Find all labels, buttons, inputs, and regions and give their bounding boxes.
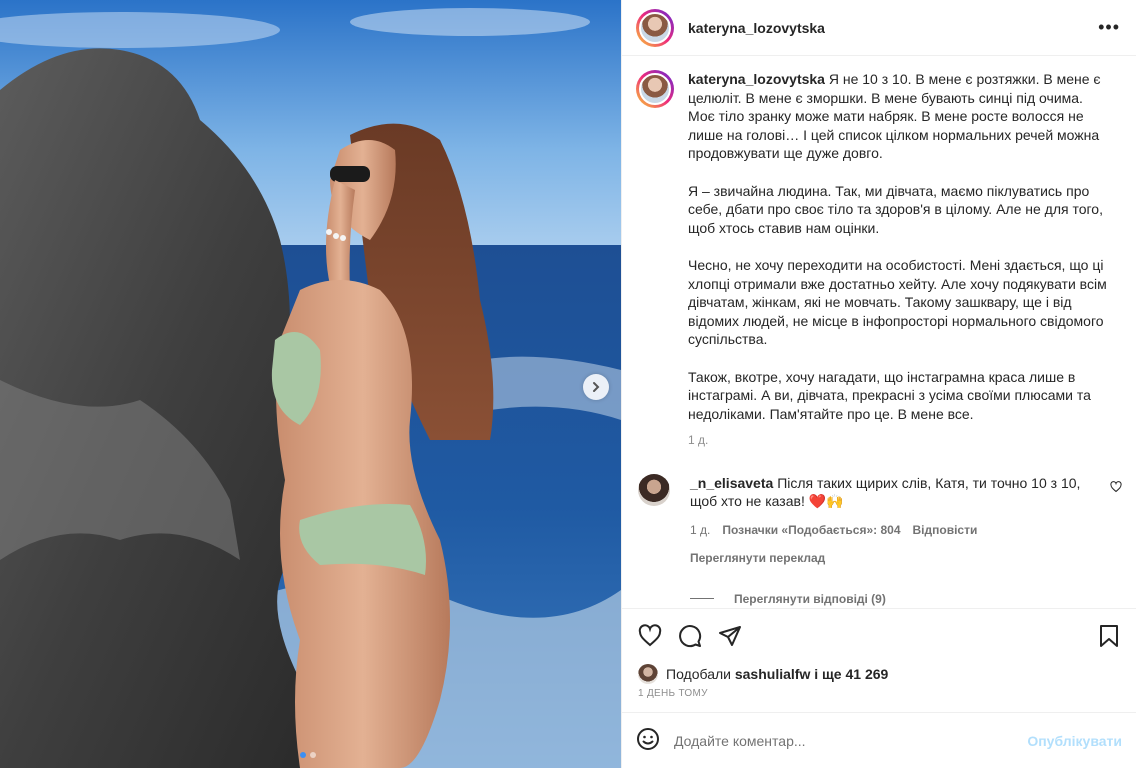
add-comment-bar: Опублікувати xyxy=(622,712,1136,768)
caption-paragraph-3: Чесно, не хочу переходити на особистості… xyxy=(688,257,1107,347)
comments-scroll[interactable]: kateryna_lozovytska Я не 10 з 10. В мене… xyxy=(622,56,1136,608)
carousel-dots xyxy=(300,752,316,758)
see-translation-link[interactable]: Переглянути переклад xyxy=(690,549,1090,568)
post-media[interactable] xyxy=(0,0,621,768)
like-heart-icon[interactable] xyxy=(638,623,662,648)
liker-avatar xyxy=(638,664,658,684)
post-photo xyxy=(0,0,621,768)
more-horizontal-icon[interactable]: ••• xyxy=(1098,17,1120,38)
post-actions xyxy=(622,608,1136,662)
share-paper-plane-icon[interactable] xyxy=(718,624,742,648)
comment-time[interactable]: 1 д. xyxy=(690,521,710,540)
post-header: kateryna_lozovytska ••• xyxy=(622,0,1136,56)
post-side-panel: kateryna_lozovytska ••• kateryna_lozovyt… xyxy=(621,0,1136,768)
caption-text: kateryna_lozovytska Я не 10 з 10. В мене… xyxy=(688,70,1108,450)
comment-bubble-icon[interactable] xyxy=(678,624,702,648)
carousel-dot xyxy=(310,752,316,758)
carousel-dot-active xyxy=(300,752,306,758)
comment-meta: 1 д. Позначки «Подобається»: 804 Відпові… xyxy=(690,521,1090,540)
posted-time[interactable]: 1 ДЕНЬ ТОМУ xyxy=(622,686,1136,712)
comment-reply-button[interactable]: Відповісти xyxy=(913,521,978,540)
likes-prefix: Подобали xyxy=(666,666,731,682)
comment-like-icon[interactable] xyxy=(1110,480,1122,493)
carousel-next-button[interactable] xyxy=(583,374,609,400)
comment-item: _n_elisaveta Після таких щирих слів, Кат… xyxy=(636,473,1122,568)
view-replies-label: Переглянути відповіді (9) xyxy=(734,591,886,606)
caption-author-avatar[interactable] xyxy=(636,70,674,108)
commenter-avatar[interactable] xyxy=(638,473,670,506)
commenter-username[interactable]: _n_elisaveta xyxy=(690,475,773,491)
publish-button[interactable]: Опублікувати xyxy=(1027,733,1122,749)
caption-paragraph-2: Я – звичайна людина. Так, ми дівчата, ма… xyxy=(688,182,1103,236)
caption-username[interactable]: kateryna_lozovytska xyxy=(688,71,825,87)
likes-count[interactable]: і ще 41 269 xyxy=(814,666,888,682)
caption-paragraph-4: Також, вкотре, хочу нагадати, що інстагр… xyxy=(688,368,1091,422)
comment-input[interactable] xyxy=(674,732,1028,749)
author-username[interactable]: kateryna_lozovytska xyxy=(688,20,825,36)
chevron-right-icon xyxy=(593,382,600,392)
likes-summary[interactable]: Подобали sashulialfw і ще 41 269 xyxy=(622,662,1136,686)
liker-username[interactable]: sashulialfw xyxy=(735,666,810,682)
author-avatar[interactable] xyxy=(636,8,674,47)
emoji-icon[interactable] xyxy=(636,727,660,754)
caption: kateryna_lozovytska Я не 10 з 10. В мене… xyxy=(636,70,1120,450)
view-replies-button[interactable]: Переглянути відповіді (9) xyxy=(690,592,1120,606)
caption-time[interactable]: 1 д. xyxy=(688,431,1108,450)
bookmark-icon[interactable] xyxy=(1098,624,1120,648)
comment-likes-count[interactable]: Позначки «Подобається»: 804 xyxy=(722,521,900,540)
